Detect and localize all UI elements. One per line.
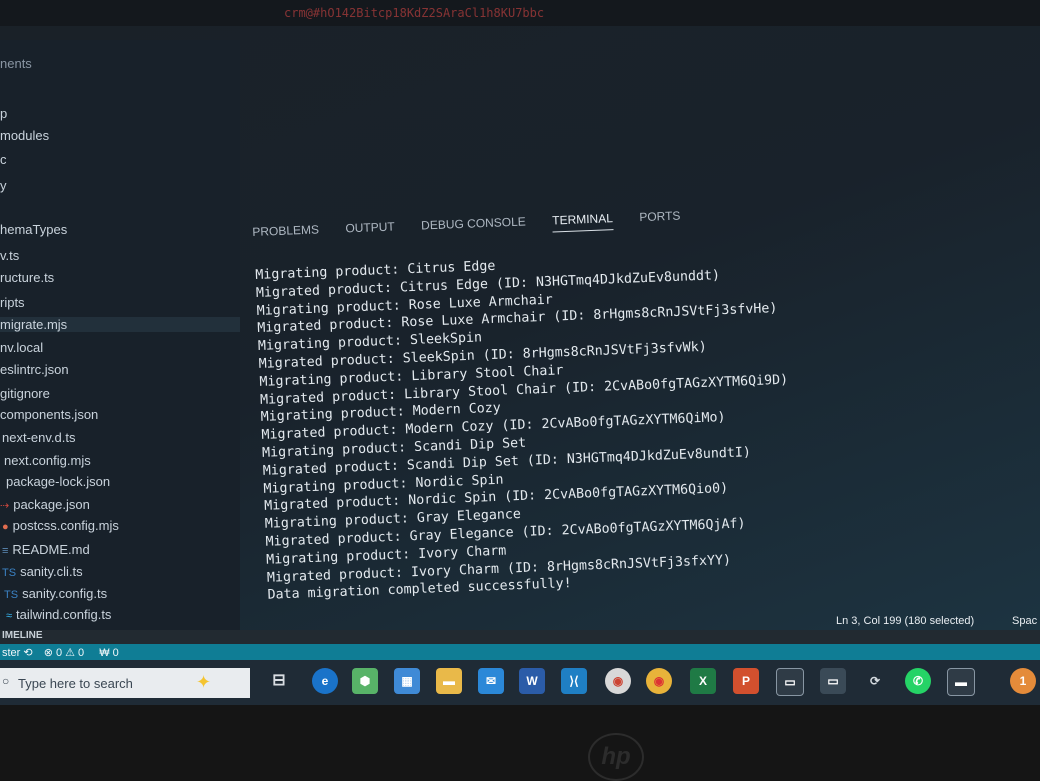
- sidebar-item[interactable]: next-env.d.ts: [2, 430, 75, 445]
- tab-output[interactable]: OUTPUT: [345, 220, 395, 240]
- sidebar-item[interactable]: package-lock.json: [6, 474, 110, 489]
- laptop-screen: crm@#hO142Bitcp18KdZ2SAraCl1h8KU7bbc nen…: [0, 0, 1040, 705]
- sidebar-item[interactable]: next.config.mjs: [4, 453, 91, 468]
- sidebar-item[interactable]: y: [0, 178, 7, 193]
- sidebar-item[interactable]: ≈ tailwind.config.ts: [6, 607, 111, 622]
- sidebar-item[interactable]: nv.local: [0, 340, 43, 355]
- json-file-icon: ⇢: [0, 500, 10, 512]
- powerpoint-icon[interactable]: P: [733, 668, 759, 694]
- sidebar-item[interactable]: nents: [0, 56, 32, 71]
- edge-icon[interactable]: e: [312, 668, 338, 694]
- store-icon[interactable]: ▦: [394, 668, 420, 694]
- console-icon[interactable]: ▬: [947, 668, 975, 696]
- chrome-icon[interactable]: ◉: [646, 668, 672, 694]
- app-window-icon[interactable]: ▭: [820, 668, 846, 694]
- explorer-sidebar: nents p modules c y hemaTypes v.ts ructu…: [0, 40, 240, 630]
- vscode-icon[interactable]: ⟩⟨: [561, 668, 587, 694]
- word-icon[interactable]: W: [519, 668, 545, 694]
- tab-debug-console[interactable]: DEBUG CONSOLE: [421, 214, 526, 236]
- sidebar-item[interactable]: ● postcss.config.mjs: [2, 518, 119, 533]
- markdown-file-icon: ≡: [2, 545, 9, 557]
- sidebar-item[interactable]: ≡ README.md: [2, 542, 90, 557]
- sidebar-item[interactable]: ⇢ package.json: [0, 497, 90, 512]
- hp-logo: hp: [588, 733, 644, 781]
- sidebar-item[interactable]: hemaTypes: [0, 222, 67, 237]
- editor-top-text: crm@#hO142Bitcp18KdZ2SAraCl1h8KU7bbc: [284, 6, 545, 20]
- sidebar-item[interactable]: c: [0, 152, 7, 167]
- tailwind-file-icon: ≈: [6, 610, 13, 622]
- sidebar-item[interactable]: gitignore: [0, 386, 50, 401]
- whatsapp-icon[interactable]: ✆: [905, 668, 931, 694]
- sidebar-item[interactable]: TS sanity.config.ts: [4, 586, 107, 601]
- taskbar-search[interactable]: ○ Type here to search ✦: [0, 668, 250, 698]
- status-left: ster ⟲ ⊗ 0 ⚠ 0 ₩ 0: [2, 646, 119, 659]
- chrome-profile-icon[interactable]: ◉: [605, 668, 631, 694]
- terminal-output[interactable]: Migrating product: Citrus Edge Migrated …: [255, 240, 967, 605]
- editor-top-strip: crm@#hO142Bitcp18KdZ2SAraCl1h8KU7bbc: [0, 0, 1040, 26]
- mail-icon[interactable]: ✉: [478, 668, 504, 694]
- excel-icon[interactable]: X: [690, 668, 716, 694]
- problems-count[interactable]: ⊗ 0 ⚠ 0: [44, 647, 84, 659]
- indent-spaces[interactable]: Spac: [1012, 615, 1037, 627]
- bottom-panel: PROBLEMS OUTPUT DEBUG CONSOLE TERMINAL P…: [240, 205, 1040, 630]
- postcss-file-icon: ●: [2, 521, 9, 533]
- sidebar-item[interactable]: TS sanity.cli.ts: [2, 564, 83, 579]
- sidebar-item[interactable]: ructure.ts: [0, 270, 54, 285]
- terminal-icon[interactable]: ▭: [776, 668, 804, 696]
- typescript-file-icon: TS: [2, 567, 17, 579]
- app-icon[interactable]: ⬢: [352, 668, 378, 694]
- tab-ports[interactable]: PORTS: [639, 209, 681, 229]
- sidebar-item[interactable]: components.json: [0, 407, 98, 422]
- search-icon: ○: [2, 674, 10, 688]
- notification-icon[interactable]: 1: [1010, 668, 1036, 694]
- sidebar-item[interactable]: modules: [0, 128, 49, 143]
- typescript-file-icon: TS: [4, 589, 19, 601]
- sidebar-item[interactable]: v.ts: [0, 248, 19, 263]
- sidebar-item-selected[interactable]: migrate.mjs: [0, 317, 240, 332]
- tab-problems[interactable]: PROBLEMS: [252, 222, 319, 243]
- task-view-icon[interactable]: ⊟: [266, 668, 292, 694]
- ports-count[interactable]: ₩ 0: [99, 647, 119, 659]
- laptop-bezel: [0, 705, 1040, 780]
- timeline-header[interactable]: IMELINE: [0, 630, 1040, 644]
- cursor-position[interactable]: Ln 3, Col 199 (180 selected): [836, 615, 974, 627]
- panel-tabs: PROBLEMS OUTPUT DEBUG CONSOLE TERMINAL P…: [252, 206, 703, 244]
- app-refresh-icon[interactable]: ⟳: [862, 668, 888, 694]
- sidebar-item[interactable]: ripts: [0, 295, 25, 310]
- search-placeholder: Type here to search: [18, 676, 133, 691]
- git-branch[interactable]: ster ⟲: [2, 647, 33, 659]
- file-explorer-icon[interactable]: ▬: [436, 668, 462, 694]
- status-bar: IMELINE ster ⟲ ⊗ 0 ⚠ 0 ₩ 0 Ln 3, Col 199…: [0, 615, 1040, 660]
- sidebar-item[interactable]: eslintrc.json: [0, 362, 69, 377]
- sparkle-icon: ✦: [196, 672, 212, 692]
- sidebar-item[interactable]: p: [0, 106, 7, 121]
- tab-terminal[interactable]: TERMINAL: [551, 211, 614, 233]
